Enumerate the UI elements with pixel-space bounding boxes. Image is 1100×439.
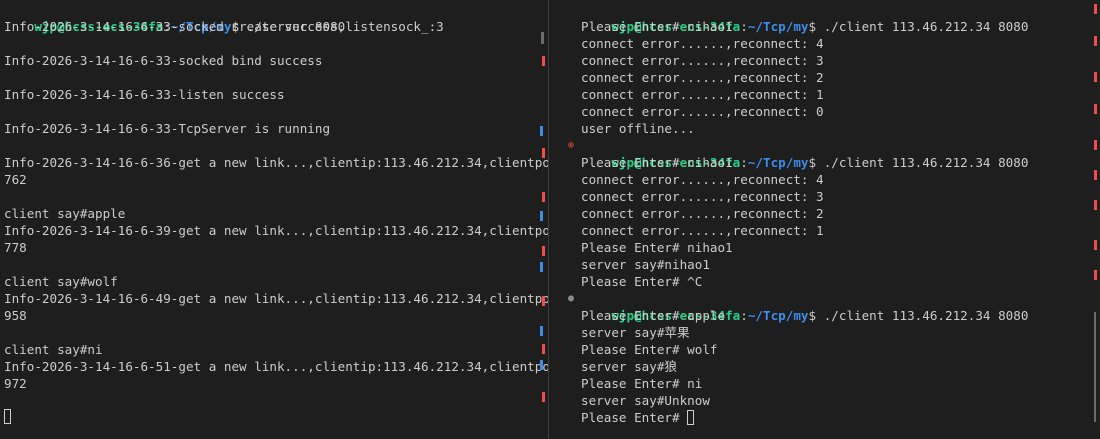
client-output-line: server say#nihao1: [581, 257, 710, 272]
server-output-line: 778: [4, 240, 27, 255]
client-prompt-line-2: wjp@hcss-ecs-34fa:~/Tcp/my$ ./client 113…: [581, 137, 1028, 170]
scroll-thumb[interactable]: [1094, 312, 1096, 422]
client-output-line: connect error......,reconnect: 0: [581, 104, 824, 119]
scroll-marker: [542, 344, 545, 354]
server-output-line: Info-2026-3-14-16-6-33-listen success: [4, 87, 285, 102]
client-output-line: connect error......,reconnect: 2: [581, 70, 824, 85]
client-output-line: connect error......,reconnect: 1: [581, 87, 824, 102]
server-output-line: Info-2026-3-14-16-6-49-get a new link...…: [4, 291, 548, 306]
server-output-line: Info-2026-3-14-16-6-33-socked bind succe…: [4, 53, 323, 68]
scroll-marker: [540, 326, 543, 336]
scroll-marker: [542, 56, 545, 66]
circle-x-icon[interactable]: ⊗: [566, 137, 576, 154]
server-output-line: 958: [4, 308, 27, 323]
server-cursor-line: [4, 408, 11, 425]
scroll-marker: [1094, 270, 1097, 280]
scroll-marker: [542, 392, 545, 402]
prompt-colon: :: [740, 19, 748, 34]
client-command: ./client 113.46.212.34 8080: [816, 19, 1029, 34]
server-output-line: client say#apple: [4, 206, 126, 221]
prompt-colon: :: [740, 308, 748, 323]
client-output-line: Please Enter# wolf: [581, 342, 718, 357]
client-output-line: user offline...: [581, 121, 695, 136]
client-output-line: server say#苹果: [581, 325, 690, 340]
prompt-dollar: $: [808, 308, 817, 323]
client-output-line: connect error......,reconnect: 1: [581, 223, 824, 238]
scroll-marker: [542, 296, 545, 306]
client-output-line: Please Enter# ni: [581, 376, 703, 391]
client-command: ./client 113.46.212.34 8080: [816, 155, 1029, 170]
client-output-line: connect error......,reconnect: 4: [581, 36, 824, 51]
server-terminal-pane[interactable]: wjp@hcss-ecs-34fa:~/Tcp/my$ ./server 808…: [0, 0, 548, 439]
prompt-dollar: $: [808, 19, 817, 34]
client-output-line: Please Enter# nihao1: [581, 240, 733, 255]
client-output-line: Please Enter# ^C: [581, 274, 703, 289]
client-output-line: connect error......,reconnect: 2: [581, 206, 824, 221]
client-output-line: connect error......,reconnect: 3: [581, 53, 824, 68]
client-output-line: Please Enter# nihao1: [581, 155, 733, 170]
client-scrollbar[interactable]: [1092, 0, 1100, 439]
server-output-line: 972: [4, 376, 27, 391]
server-output-line: Info-2026-3-14-16-6-36-get a new link...…: [4, 155, 548, 170]
terminal-cursor: [687, 410, 695, 425]
circle-dot-icon[interactable]: ●: [566, 290, 576, 307]
client-output-line: Please Enter# apple: [581, 308, 726, 323]
client-terminal-pane[interactable]: wjp@hcss-ecs-34fa:~/Tcp/my$ ./client 113…: [548, 0, 1100, 439]
server-output-line: Info-2026-3-14-16-6-51-get a new link...…: [4, 359, 548, 374]
server-output-line: Info-2026-3-14-16-6-33-TcpServer is runn…: [4, 121, 331, 136]
scroll-marker: [1094, 240, 1097, 250]
scroll-marker: [1094, 170, 1097, 180]
client-output-line: Please Enter# nihao1: [581, 19, 733, 34]
server-prompt-line: wjp@hcss-ecs-34fa:~/Tcp/my$ ./server 808…: [4, 1, 345, 34]
server-output-line: 762: [4, 172, 27, 187]
prompt-dollar: $: [808, 155, 817, 170]
scroll-marker: [542, 246, 545, 256]
scroll-marker: [542, 148, 545, 158]
server-output-line: Info-2026-3-14-16-6-33-socked create suc…: [4, 19, 444, 34]
scroll-marker: [540, 262, 543, 272]
scroll-marker: [1094, 36, 1097, 46]
prompt-path: ~/Tcp/my: [747, 19, 809, 34]
client-output-line: server say#狼: [581, 359, 677, 374]
scroll-marker: [1094, 4, 1097, 14]
client-prompt-line-3: wjp@hcss-ecs-34fa:~/Tcp/my$ ./client 113…: [581, 290, 1028, 323]
client-output-line: Please Enter#: [581, 409, 695, 426]
scroll-marker: [1094, 200, 1097, 210]
server-scrollbar[interactable]: [540, 0, 548, 439]
server-output-line: Info-2026-3-14-16-6-39-get a new link...…: [4, 223, 548, 238]
server-output-line: client say#ni: [4, 342, 103, 357]
client-prompt-line-1: wjp@hcss-ecs-34fa:~/Tcp/my$ ./client 113…: [581, 1, 1028, 34]
client-output-line: server say#Unknow: [581, 393, 710, 408]
terminal-cursor: [4, 409, 11, 424]
server-output-line: client say#wolf: [4, 274, 118, 289]
prompt-colon: :: [740, 155, 748, 170]
scroll-marker: [1094, 140, 1097, 150]
scroll-marker: [540, 126, 543, 136]
client-command: ./client 113.46.212.34 8080: [816, 308, 1029, 323]
scroll-marker: [542, 192, 545, 202]
prompt-path: ~/Tcp/my: [747, 155, 809, 170]
prompt-path: ~/Tcp/my: [747, 308, 809, 323]
client-output-line: connect error......,reconnect: 3: [581, 189, 824, 204]
scroll-marker: [541, 32, 544, 44]
client-output-line: connect error......,reconnect: 4: [581, 172, 824, 187]
scroll-marker: [540, 360, 543, 370]
scroll-marker: [1094, 104, 1097, 114]
scroll-marker: [540, 211, 543, 221]
scroll-marker: [1094, 72, 1097, 82]
